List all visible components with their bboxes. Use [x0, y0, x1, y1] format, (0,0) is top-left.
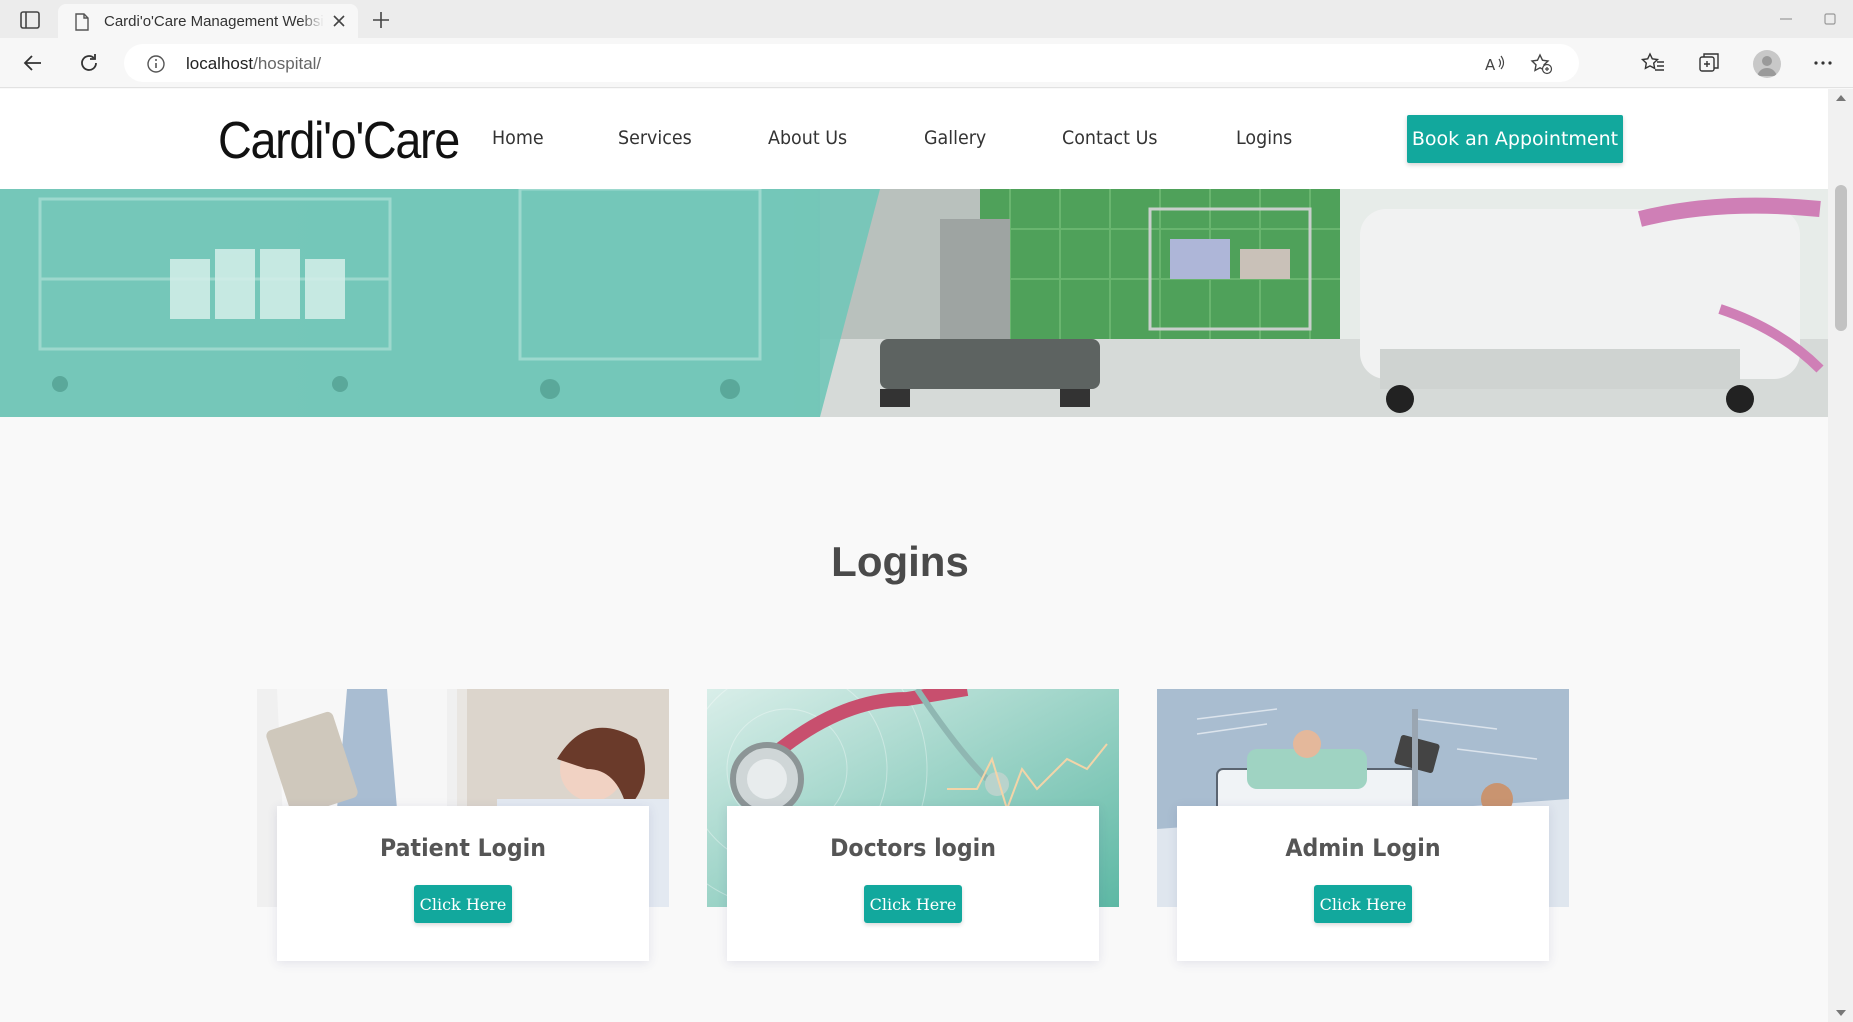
tab-actions-icon[interactable]: [18, 8, 42, 32]
doctors-login-panel: Doctors login Click Here: [727, 806, 1099, 961]
favorites-icon[interactable]: [1640, 50, 1666, 76]
admin-login-button[interactable]: Click Here: [1314, 885, 1412, 923]
address-bar[interactable]: localhost/hospital/ A: [124, 44, 1579, 82]
read-aloud-icon[interactable]: A: [1483, 52, 1507, 76]
minimize-icon[interactable]: [1777, 10, 1795, 28]
patient-login-panel: Patient Login Click Here: [277, 806, 649, 961]
main-nav: Home Services About Us Gallery Contact U…: [492, 127, 1367, 149]
site-header: Cardi'o'Care Home Services About Us Gall…: [0, 89, 1828, 189]
patient-login-button[interactable]: Click Here: [414, 885, 512, 923]
tab-title: Cardi'o'Care Management Website: [104, 13, 324, 30]
page-scrollbar[interactable]: [1828, 89, 1853, 1022]
page-viewport: Cardi'o'Care Home Services About Us Gall…: [0, 89, 1828, 1022]
nav-contact-us[interactable]: Contact Us: [1062, 127, 1157, 149]
collections-icon[interactable]: [1696, 50, 1722, 76]
book-appointment-button[interactable]: Book an Appointment: [1407, 115, 1623, 163]
url-path: /hospital/: [253, 54, 322, 73]
page-icon: [75, 13, 89, 31]
admin-login-title: Admin Login: [1285, 834, 1441, 862]
doctors-login-title: Doctors login: [830, 834, 996, 862]
nav-gallery[interactable]: Gallery: [924, 127, 986, 149]
profile-icon: [1757, 56, 1777, 76]
logins-section-title: Logins: [831, 538, 969, 585]
scroll-down-icon[interactable]: [1836, 1010, 1846, 1016]
doctors-login-card: Doctors login Click Here: [707, 689, 1119, 965]
browser-tab-strip: Cardi'o'Care Management Website: [0, 0, 1853, 38]
svg-text:A: A: [1485, 56, 1496, 74]
reload-icon[interactable]: [76, 50, 102, 76]
scroll-up-icon[interactable]: [1836, 95, 1846, 101]
site-logo[interactable]: Cardi'o'Care: [218, 111, 460, 171]
patient-login-title: Patient Login: [380, 834, 546, 862]
back-arrow-icon[interactable]: [20, 50, 46, 76]
close-tab-icon[interactable]: [330, 12, 348, 30]
site-info-icon[interactable]: [146, 54, 166, 74]
admin-login-panel: Admin Login Click Here: [1177, 806, 1549, 961]
nav-home[interactable]: Home: [492, 127, 544, 149]
new-tab-icon[interactable]: [370, 9, 392, 31]
url-host: localhost: [186, 54, 254, 73]
nav-about-us[interactable]: About Us: [768, 127, 847, 149]
url-text: localhost/hospital/: [186, 54, 321, 74]
nav-services[interactable]: Services: [618, 127, 692, 149]
admin-login-card: Admin Login Click Here: [1157, 689, 1569, 965]
profile-avatar[interactable]: [1753, 50, 1781, 78]
patient-login-card: Patient Login Click Here: [257, 689, 669, 965]
browser-toolbar: localhost/hospital/ A: [0, 38, 1853, 88]
maximize-icon[interactable]: [1821, 10, 1839, 28]
add-favorite-icon[interactable]: [1529, 52, 1553, 76]
more-options-icon[interactable]: [1810, 50, 1836, 76]
hero-image: [0, 189, 1828, 417]
browser-tab-active[interactable]: Cardi'o'Care Management Website: [58, 4, 358, 38]
scroll-thumb[interactable]: [1835, 185, 1847, 331]
doctors-login-button[interactable]: Click Here: [864, 885, 962, 923]
nav-logins[interactable]: Logins: [1236, 127, 1292, 149]
hero-carousel: [0, 189, 1828, 417]
